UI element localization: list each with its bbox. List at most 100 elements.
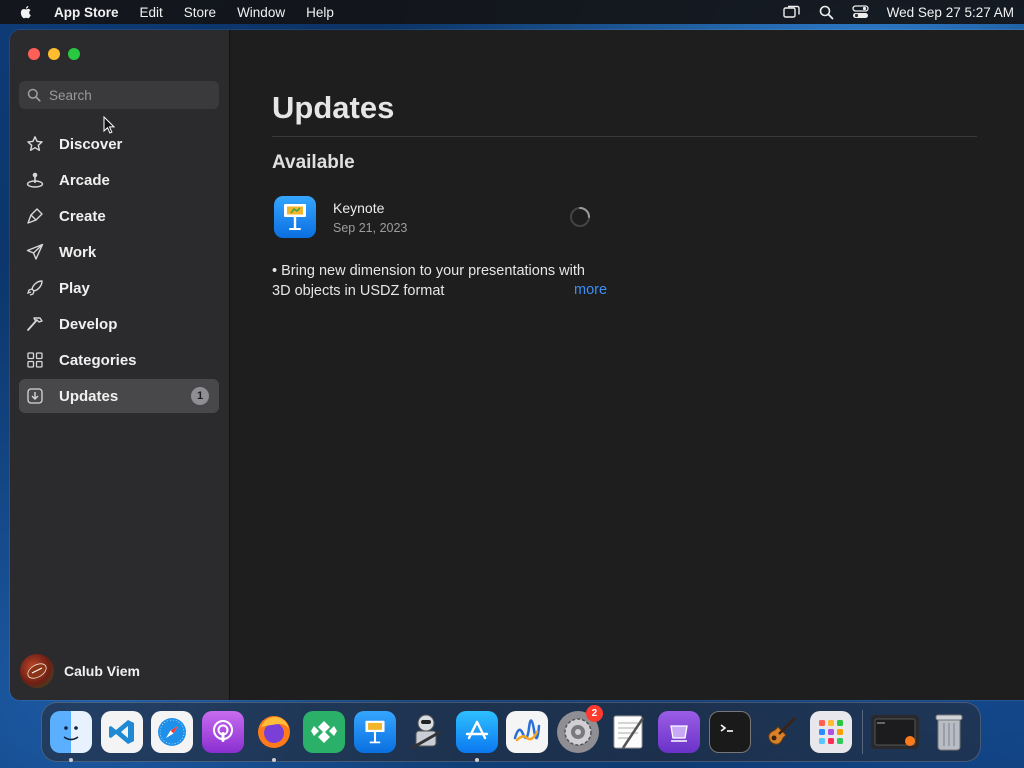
menu-bar-clock[interactable]: Wed Sep 27 5:27 AM (887, 5, 1014, 20)
menu-window[interactable]: Window (237, 5, 285, 20)
sidebar-item-discover[interactable]: Discover (19, 127, 219, 161)
sidebar-item-develop[interactable]: Develop (19, 307, 219, 341)
dock-tableplus[interactable] (303, 711, 346, 753)
settings-notification-badge: 2 (585, 705, 603, 722)
mouse-cursor-icon (103, 116, 115, 134)
main-content: Updates Available Keynote Sep 21, 2023 •… (231, 30, 1024, 700)
sidebar-item-play[interactable]: Play (19, 271, 219, 305)
search-icon (27, 88, 41, 102)
dock-minimized-window[interactable] (871, 715, 919, 749)
hammer-icon (27, 317, 43, 331)
firefox-icon (257, 716, 290, 748)
running-indicator (271, 758, 276, 762)
section-title-available: Available (272, 152, 355, 173)
star-icon (27, 136, 43, 151)
dock-garageband[interactable] (760, 711, 802, 753)
sidebar-item-categories[interactable]: Categories (19, 343, 219, 377)
sidebar-item-work[interactable]: Work (19, 235, 219, 269)
control-center-icon[interactable] (852, 5, 869, 19)
menu-store[interactable]: Store (184, 5, 216, 20)
sidebar-item-label: Categories (59, 351, 137, 369)
automator-icon (411, 714, 441, 750)
minimize-window-button[interactable] (48, 48, 60, 60)
sidebar-item-label: Arcade (59, 171, 110, 189)
sidebar-item-label: Play (59, 279, 90, 297)
vscode-icon (108, 720, 134, 744)
dock-multipass[interactable] (658, 711, 701, 753)
dock: 2 (41, 702, 981, 762)
user-account[interactable]: Calub Viem (20, 654, 140, 688)
sidebar-item-create[interactable]: Create (19, 199, 219, 233)
dock-automator[interactable] (405, 711, 447, 753)
dock-podcasts[interactable] (202, 711, 245, 753)
rocket-icon (26, 280, 43, 296)
safari-icon (158, 718, 187, 746)
finder-icon (63, 726, 79, 741)
textedit-icon (613, 715, 644, 749)
sidebar-item-label: Discover (59, 135, 123, 153)
sidebar-item-label: Create (59, 207, 106, 225)
dock-app-store[interactable] (455, 711, 498, 762)
joystick-icon (26, 172, 44, 188)
multipass-icon (670, 725, 689, 742)
sidebar-item-label: Develop (59, 315, 118, 333)
garageband-icon (767, 717, 796, 745)
brush-icon (27, 208, 43, 224)
podcasts-icon (213, 720, 234, 742)
launchpad-icon (819, 720, 844, 744)
sidebar-item-updates[interactable]: Updates 1 (19, 379, 219, 413)
app-update-date: Sep 21, 2023 (333, 220, 408, 235)
app-store-icon (465, 720, 488, 740)
dock-finder[interactable] (50, 711, 92, 762)
keynote-app-icon[interactable] (274, 196, 316, 238)
title-divider (272, 136, 977, 137)
dock-keynote[interactable] (354, 711, 397, 753)
app-name[interactable]: Keynote (333, 200, 407, 216)
menu-bar: App Store Edit Store Window Help Wed Sep… (0, 0, 1024, 24)
trash-icon (935, 714, 963, 751)
avatar[interactable] (20, 654, 54, 688)
more-link[interactable]: more (574, 282, 607, 298)
keynote-icon (365, 720, 385, 744)
sidebar-nav: Discover Arcade Create Work Play Develop (19, 127, 219, 415)
zoom-window-button[interactable] (68, 48, 80, 60)
paper-plane-icon (26, 243, 44, 260)
sidebar-item-label: Work (59, 243, 97, 261)
dock-textedit[interactable] (608, 711, 650, 753)
menu-help[interactable]: Help (306, 5, 334, 20)
user-name[interactable]: Calub Viem (64, 663, 140, 679)
menu-bar-extras: Wed Sep 27 5:27 AM (782, 5, 1014, 20)
dock-freeform[interactable] (506, 711, 549, 753)
sidebar-item-arcade[interactable]: Arcade (19, 163, 219, 197)
menu-edit[interactable]: Edit (140, 5, 163, 20)
grid-icon (27, 352, 43, 368)
search-input[interactable] (49, 87, 209, 103)
search-box[interactable] (19, 81, 219, 109)
release-notes-line: • Bring new dimension to your presentati… (272, 263, 585, 279)
release-notes: • Bring new dimension to your presentati… (272, 261, 612, 301)
tableplus-icon (311, 721, 338, 743)
close-window-button[interactable] (28, 48, 40, 60)
dock-vscode[interactable] (100, 711, 143, 753)
running-indicator (69, 758, 73, 762)
freeform-icon (513, 719, 541, 742)
dock-separator (862, 710, 863, 754)
menu-app-name[interactable]: App Store (54, 5, 119, 20)
running-indicator (474, 758, 479, 762)
release-notes-line: 3D objects in USDZ format (272, 283, 445, 299)
dock-safari[interactable] (151, 711, 194, 753)
keynote-icon (284, 204, 306, 230)
apple-logo-icon[interactable] (18, 4, 34, 20)
screen-mirroring-icon[interactable] (782, 5, 801, 19)
dock-terminal[interactable] (708, 711, 751, 753)
dock-firefox[interactable] (253, 711, 295, 762)
page-title: Updates (272, 90, 395, 125)
dock-trash[interactable] (928, 711, 970, 753)
dock-launchpad[interactable] (810, 711, 853, 753)
updates-count-badge: 1 (191, 387, 209, 405)
app-store-window: Discover Arcade Create Work Play Develop (10, 30, 1024, 700)
spotlight-search-icon[interactable] (819, 5, 834, 20)
update-row-keynote[interactable]: Keynote Sep 21, 2023 (274, 196, 407, 238)
dock-system-settings[interactable]: 2 (556, 705, 603, 753)
football-icon (27, 663, 47, 679)
